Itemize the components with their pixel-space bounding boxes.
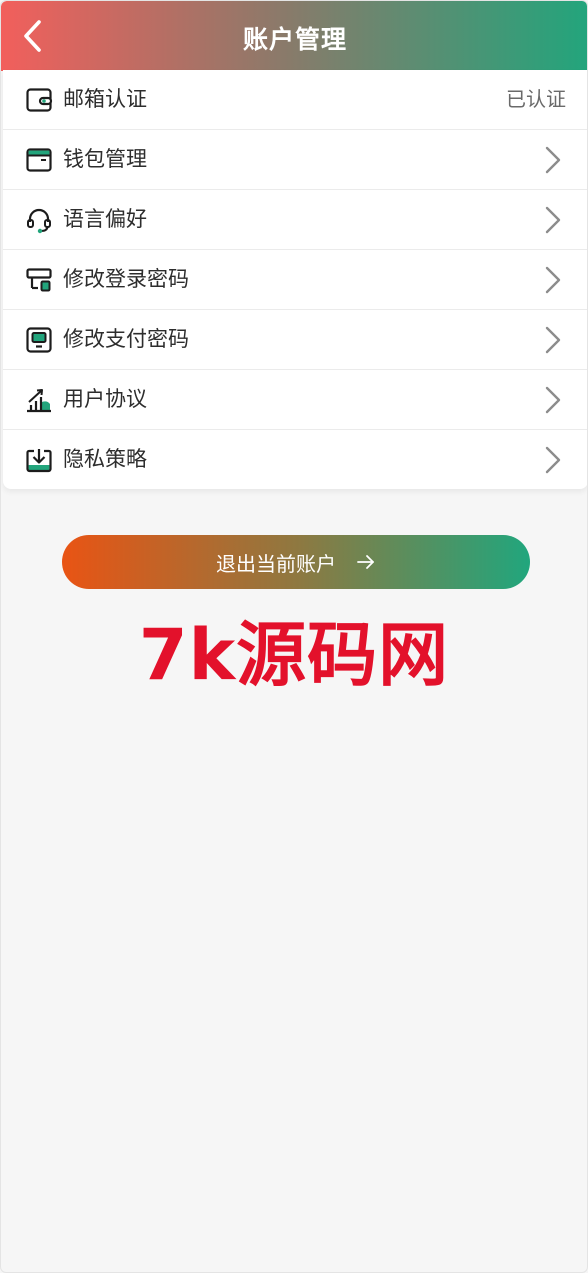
chevron-right-icon xyxy=(545,266,561,294)
arrow-right-icon xyxy=(357,555,374,569)
app-frame: 账户管理 邮箱认证 已认证 钱包管理 语言偏好 修改登录密码 修改支付密码 用户… xyxy=(0,0,588,1273)
logout-button[interactable]: 退出当前账户 xyxy=(62,535,530,589)
menu-item-email[interactable]: 邮箱认证 已认证 xyxy=(3,70,587,130)
menu-item-label: 修改登录密码 xyxy=(63,267,189,291)
logout-label: 退出当前账户 xyxy=(216,551,336,576)
menu-item-label: 修改支付密码 xyxy=(63,327,189,351)
download-box-icon xyxy=(26,449,52,473)
card-window-icon xyxy=(26,148,52,172)
header-bar: 账户管理 xyxy=(1,1,587,71)
menu-item-privacy[interactable]: 隐私策略 xyxy=(3,430,587,489)
menu-item-agreement[interactable]: 用户协议 xyxy=(3,370,587,430)
menu-item-label: 钱包管理 xyxy=(63,147,147,171)
headset-icon xyxy=(27,208,51,234)
menu-item-label: 语言偏好 xyxy=(63,207,147,231)
menu-item-label: 隐私策略 xyxy=(63,447,147,471)
desktop-lock-icon xyxy=(26,268,52,292)
menu-item-pay-password[interactable]: 修改支付密码 xyxy=(3,310,587,370)
chevron-right-icon xyxy=(545,446,561,474)
chevron-right-icon xyxy=(545,146,561,174)
menu-item-label: 用户协议 xyxy=(63,387,147,411)
settings-menu: 邮箱认证 已认证 钱包管理 语言偏好 修改登录密码 修改支付密码 用户协议 隐私… xyxy=(3,70,587,489)
watermark-text: 7k源码网 xyxy=(138,614,450,696)
menu-item-wallet[interactable]: 钱包管理 xyxy=(3,130,587,190)
chevron-right-icon xyxy=(545,206,561,234)
chevron-right-icon xyxy=(545,326,561,354)
growth-chart-icon xyxy=(27,389,51,413)
wallet-card-icon xyxy=(26,88,53,112)
verified-status: 已认证 xyxy=(506,87,566,111)
menu-item-language[interactable]: 语言偏好 xyxy=(3,190,587,250)
menu-item-login-password[interactable]: 修改登录密码 xyxy=(3,250,587,310)
page-title: 账户管理 xyxy=(242,25,347,54)
menu-item-label: 邮箱认证 xyxy=(63,87,147,111)
keypad-icon xyxy=(26,327,52,353)
chevron-right-icon xyxy=(545,386,561,414)
